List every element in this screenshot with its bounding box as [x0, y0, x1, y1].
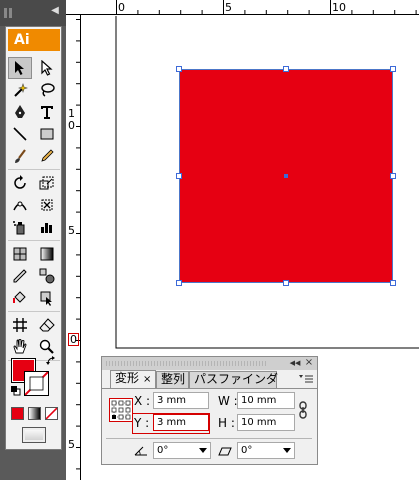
- ruler-left-label: 1: [68, 107, 75, 120]
- ruler-left-label: 0: [68, 119, 75, 132]
- lasso-tool-icon[interactable]: [35, 79, 59, 101]
- x-label: X :: [134, 394, 151, 408]
- vertical-ruler[interactable]: 1 0 5 0 5: [66, 15, 81, 480]
- shear-angle-value: 0°: [241, 445, 253, 456]
- reference-point-icon[interactable]: [109, 398, 133, 422]
- eraser-tool-icon[interactable]: [35, 314, 59, 336]
- tab-pathfinder-label: パスファインダ: [194, 372, 279, 386]
- live-paint-bucket-tool-icon[interactable]: [8, 287, 32, 309]
- rotate-angle-value: 0°: [157, 445, 169, 456]
- screen-mode-icon[interactable]: [22, 427, 46, 443]
- none-mode-icon[interactable]: [45, 407, 58, 420]
- bounding-box-handle[interactable]: [176, 173, 182, 179]
- close-panel-icon[interactable]: ×: [303, 357, 315, 370]
- tools-panel-collapse-icon[interactable]: ◀: [49, 5, 61, 17]
- tab-pathfinder[interactable]: パスファインダ: [189, 371, 279, 388]
- bounding-box-handle[interactable]: [390, 66, 396, 72]
- line-segment-tool-icon[interactable]: [8, 123, 32, 145]
- pencil-tool-icon[interactable]: [35, 145, 59, 167]
- ruler-top-label: 10: [332, 1, 346, 14]
- tab-transform[interactable]: 変形 ×: [110, 370, 156, 388]
- transform-panel-titlebar[interactable]: ◀◀ ×: [102, 357, 317, 370]
- y-position-field[interactable]: 3 mm: [153, 414, 209, 431]
- y-label: Y :: [134, 416, 150, 430]
- stroke-swatch-icon[interactable]: [24, 371, 49, 396]
- height-field[interactable]: 10 mm: [237, 414, 295, 431]
- bounding-box-handle[interactable]: [283, 66, 289, 72]
- rectangle-tool-icon[interactable]: [35, 123, 59, 145]
- color-mode-icon[interactable]: [11, 407, 24, 420]
- artboard-tool-icon[interactable]: [8, 314, 32, 336]
- shear-angle-dropdown[interactable]: 0°: [237, 442, 295, 459]
- eyedropper-tool-icon[interactable]: [8, 265, 32, 287]
- bounding-box-handle[interactable]: [176, 66, 182, 72]
- pen-tool-icon[interactable]: [8, 101, 32, 123]
- ruler-top-label: 0: [118, 1, 125, 14]
- scale-tool-icon[interactable]: [35, 172, 59, 194]
- symbol-sprayer-tool-icon[interactable]: [8, 216, 32, 238]
- collapse-panel-icon[interactable]: ◀◀: [289, 357, 301, 370]
- default-colors-icon[interactable]: [11, 386, 21, 396]
- bounding-box-handle[interactable]: [176, 280, 182, 286]
- app-logo: Ai: [8, 29, 60, 51]
- shear-angle-icon: [218, 445, 232, 457]
- width-field[interactable]: 10 mm: [237, 392, 295, 409]
- gradient-mode-icon[interactable]: [28, 407, 41, 420]
- tab-align-label: 整列: [161, 372, 186, 386]
- swap-colors-icon[interactable]: [46, 356, 56, 366]
- tab-align[interactable]: 整列: [156, 371, 189, 388]
- free-transform-tool-icon[interactable]: [35, 194, 59, 216]
- ruler-top-label: 5: [225, 1, 232, 14]
- tab-transform-label: 変形: [115, 371, 140, 385]
- x-position-field[interactable]: 3 mm: [153, 392, 209, 409]
- transform-panel: ◀◀ × 変形 × 整列 パスファインダ X: 3 mm Y: 3 mm W…: [101, 356, 318, 465]
- ruler-left-label: 5: [68, 438, 75, 451]
- bounding-box-handle[interactable]: [390, 173, 396, 179]
- magic-wand-tool-icon[interactable]: [8, 79, 32, 101]
- live-paint-selection-tool-icon[interactable]: [35, 287, 59, 309]
- direct-selection-tool-icon[interactable]: [35, 57, 59, 79]
- panel-menu-icon[interactable]: [299, 374, 313, 384]
- paintbrush-tool-icon[interactable]: [8, 145, 32, 167]
- link-proportions-icon[interactable]: [299, 401, 307, 419]
- hand-tool-icon[interactable]: [8, 336, 32, 358]
- panel-tabs: 変形 × 整列 パスファインダ: [106, 370, 315, 388]
- bounding-box-handle[interactable]: [390, 280, 396, 286]
- rotate-angle-icon: [134, 445, 148, 457]
- tab-close-icon[interactable]: ×: [143, 374, 151, 385]
- selection-tool-icon[interactable]: [8, 57, 32, 79]
- tools-panel-header[interactable]: ◀: [0, 0, 66, 26]
- blend-tool-icon[interactable]: [35, 265, 59, 287]
- ruler-left-label-highlighted: 0: [68, 333, 79, 346]
- ruler-left-label: 5: [68, 224, 75, 237]
- rotate-tool-icon[interactable]: [8, 172, 32, 194]
- h-label: H :: [218, 416, 235, 430]
- bounding-box-handle[interactable]: [283, 280, 289, 286]
- width-tool-icon[interactable]: [8, 194, 32, 216]
- tools-panel: ◀ Ai: [0, 0, 66, 480]
- transform-panel-content: X : 3 mm Y : 3 mm W : 10 mm H : 10 mm 0°…: [102, 388, 317, 464]
- column-graph-tool-icon[interactable]: [35, 216, 59, 238]
- rotate-angle-dropdown[interactable]: 0°: [153, 442, 211, 459]
- tools-panel-body: Ai: [5, 26, 62, 450]
- w-label: W :: [218, 394, 238, 408]
- gradient-tool-icon[interactable]: [35, 243, 59, 265]
- mesh-tool-icon[interactable]: [8, 243, 32, 265]
- zoom-tool-icon[interactable]: [35, 336, 59, 358]
- type-tool-icon[interactable]: [35, 101, 59, 123]
- horizontal-ruler[interactable]: 0 5 10: [66, 0, 419, 15]
- center-point: [284, 174, 288, 178]
